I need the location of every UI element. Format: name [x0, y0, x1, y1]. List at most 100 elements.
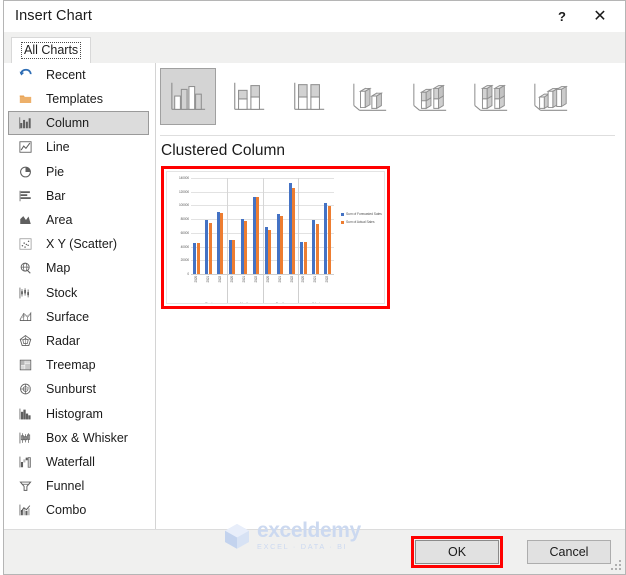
- bar-chart-icon: [16, 187, 35, 204]
- chart-subtype-stacked-column-icon[interactable]: [221, 68, 277, 125]
- chart-subtype-clustered-column-icon[interactable]: [160, 68, 216, 125]
- sidebar-item-funnel[interactable]: Funnel: [4, 474, 155, 498]
- chart-preview-highlight: 0 20000 40000 60000 80000 100000 120000 140000 …: [161, 166, 390, 309]
- x-tick-label: 2021: [277, 276, 282, 283]
- sidebar-item-box-whisker[interactable]: Box & Whisker: [4, 426, 155, 450]
- ok-button[interactable]: OK: [415, 540, 499, 564]
- x-tick-label: 2020: [229, 276, 234, 283]
- tab-strip: All Charts: [4, 32, 625, 63]
- sidebar-item-stock[interactable]: Stock: [4, 281, 155, 305]
- chart-preview[interactable]: 0 20000 40000 60000 80000 100000 120000 140000 …: [166, 171, 385, 304]
- pie-chart-icon: [16, 163, 35, 180]
- dialog-footer: OK Cancel: [4, 529, 625, 574]
- dialog-body: Recent Templates Column Line Pie Bar Area X Y (…: [4, 63, 625, 529]
- chart-category-list[interactable]: Recent Templates Column Line Pie Bar Area X Y (…: [4, 63, 156, 529]
- sidebar-item-sunburst[interactable]: Sunburst: [4, 377, 155, 401]
- resize-grip[interactable]: [611, 560, 622, 571]
- legend-swatch: [341, 220, 344, 224]
- group-separator: [298, 178, 300, 274]
- sidebar-item-pie[interactable]: Pie: [4, 160, 155, 184]
- chart-bar: [256, 197, 260, 274]
- area-chart-icon: [16, 212, 35, 229]
- chart-subtype-stacked-column-3d-icon[interactable]: [402, 68, 458, 125]
- chart-subtype-thumbnails[interactable]: [160, 63, 615, 136]
- sidebar-item-waterfall[interactable]: Waterfall: [4, 450, 155, 474]
- sidebar-item-radar[interactable]: Radar: [4, 329, 155, 353]
- chart-bar: [327, 206, 331, 274]
- tab-all-charts[interactable]: All Charts: [11, 37, 92, 63]
- sidebar-item-label: Column: [46, 116, 90, 131]
- group-divider: [298, 275, 300, 303]
- y-tick-label: 80000: [180, 217, 189, 222]
- scatter-chart-icon: [16, 236, 35, 253]
- x-tick-label: 2020: [194, 276, 199, 283]
- tab-all-charts-label: All Charts: [21, 42, 82, 59]
- sidebar-item-label: Waterfall: [46, 454, 95, 469]
- y-tick-label: 100000: [178, 203, 189, 208]
- sidebar-item-label: Templates: [46, 92, 103, 107]
- chart-legend: Sum of Forecasted Sales Sum of Actual Sal…: [341, 212, 384, 228]
- chart-subtype-clustered-column-3d-icon[interactable]: [342, 68, 398, 125]
- chart-bar: [220, 212, 224, 274]
- sidebar-item-treemap[interactable]: Treemap: [4, 353, 155, 377]
- map-globe-icon: [16, 260, 35, 277]
- sidebar-item-surface[interactable]: Surface: [4, 305, 155, 329]
- sidebar-item-x-y-scatter[interactable]: X Y (Scatter): [4, 232, 155, 256]
- x-group-label: South: [275, 302, 286, 304]
- combo-chart-icon: [16, 502, 35, 519]
- sidebar-item-label: Histogram: [46, 406, 103, 421]
- sidebar-item-label: Bar: [46, 188, 66, 203]
- sidebar-item-histogram[interactable]: Histogram: [4, 401, 155, 425]
- chart-bar: [315, 223, 319, 274]
- x-group-label: North: [240, 302, 250, 304]
- group-separator: [226, 178, 228, 274]
- sidebar-item-templates[interactable]: Templates: [4, 87, 155, 111]
- chart-bar: [232, 240, 236, 274]
- waterfall-chart-icon: [16, 453, 35, 470]
- x-tick-label: 2022: [218, 276, 223, 283]
- chart-subtype-column-3d-icon[interactable]: [523, 68, 579, 125]
- close-icon[interactable]: ✕: [587, 4, 613, 28]
- x-tick-label: 2020: [265, 276, 270, 283]
- histogram-chart-icon: [16, 405, 35, 422]
- dialog-title: Insert Chart: [15, 8, 92, 24]
- sidebar-item-area[interactable]: Area: [4, 208, 155, 232]
- sidebar-item-label: Line: [46, 140, 70, 155]
- x-tick-label: 2021: [313, 276, 318, 283]
- x-tick-label: 2022: [289, 276, 294, 283]
- sidebar-item-map[interactable]: Map: [4, 256, 155, 280]
- sidebar-item-line[interactable]: Line: [4, 135, 155, 159]
- sidebar-item-label: Map: [46, 261, 71, 276]
- sidebar-item-label: Surface: [46, 309, 90, 324]
- legend-swatch: [341, 212, 344, 216]
- chart-subtype-stacked-column-100-icon[interactable]: [281, 68, 337, 125]
- sidebar-item-label: Area: [46, 213, 73, 228]
- cancel-button[interactable]: Cancel: [527, 540, 611, 564]
- treemap-chart-icon: [16, 357, 35, 374]
- sidebar-item-combo[interactable]: Combo: [4, 498, 155, 522]
- sidebar-item-label: Radar: [46, 333, 81, 348]
- sidebar-item-label: Treemap: [46, 358, 96, 373]
- chart-subtype-stacked-column-100-3d-icon[interactable]: [463, 68, 519, 125]
- y-tick-label: 0: [187, 272, 189, 276]
- sidebar-item-label: Recent: [46, 68, 86, 83]
- sidebar-item-recent[interactable]: Recent: [4, 63, 155, 87]
- y-tick-label: 140000: [178, 176, 189, 180]
- help-icon[interactable]: ?: [549, 4, 575, 28]
- sidebar-item-label: Pie: [46, 164, 65, 179]
- x-tick-label: 2021: [206, 276, 211, 283]
- chart-bar: [291, 188, 295, 274]
- chart-bar: [303, 241, 307, 274]
- boxwhisker-chart-icon: [16, 429, 35, 446]
- sidebar-item-label: Box & Whisker: [46, 430, 128, 445]
- column-chart-icon: [16, 115, 35, 132]
- chart-plot-area: [191, 178, 334, 275]
- group-divider: [226, 275, 228, 303]
- chart-subtype-pane: Clustered Column 0 20000 40000 60000 80000 10…: [157, 63, 625, 529]
- stock-chart-icon: [16, 284, 35, 301]
- x-group-label: East: [205, 302, 213, 304]
- legend-item: Sum of Forecasted Sales: [341, 212, 384, 216]
- legend-item: Sum of Actual Sales: [341, 220, 384, 224]
- sidebar-item-column[interactable]: Column: [8, 111, 149, 136]
- sidebar-item-bar[interactable]: Bar: [4, 184, 155, 208]
